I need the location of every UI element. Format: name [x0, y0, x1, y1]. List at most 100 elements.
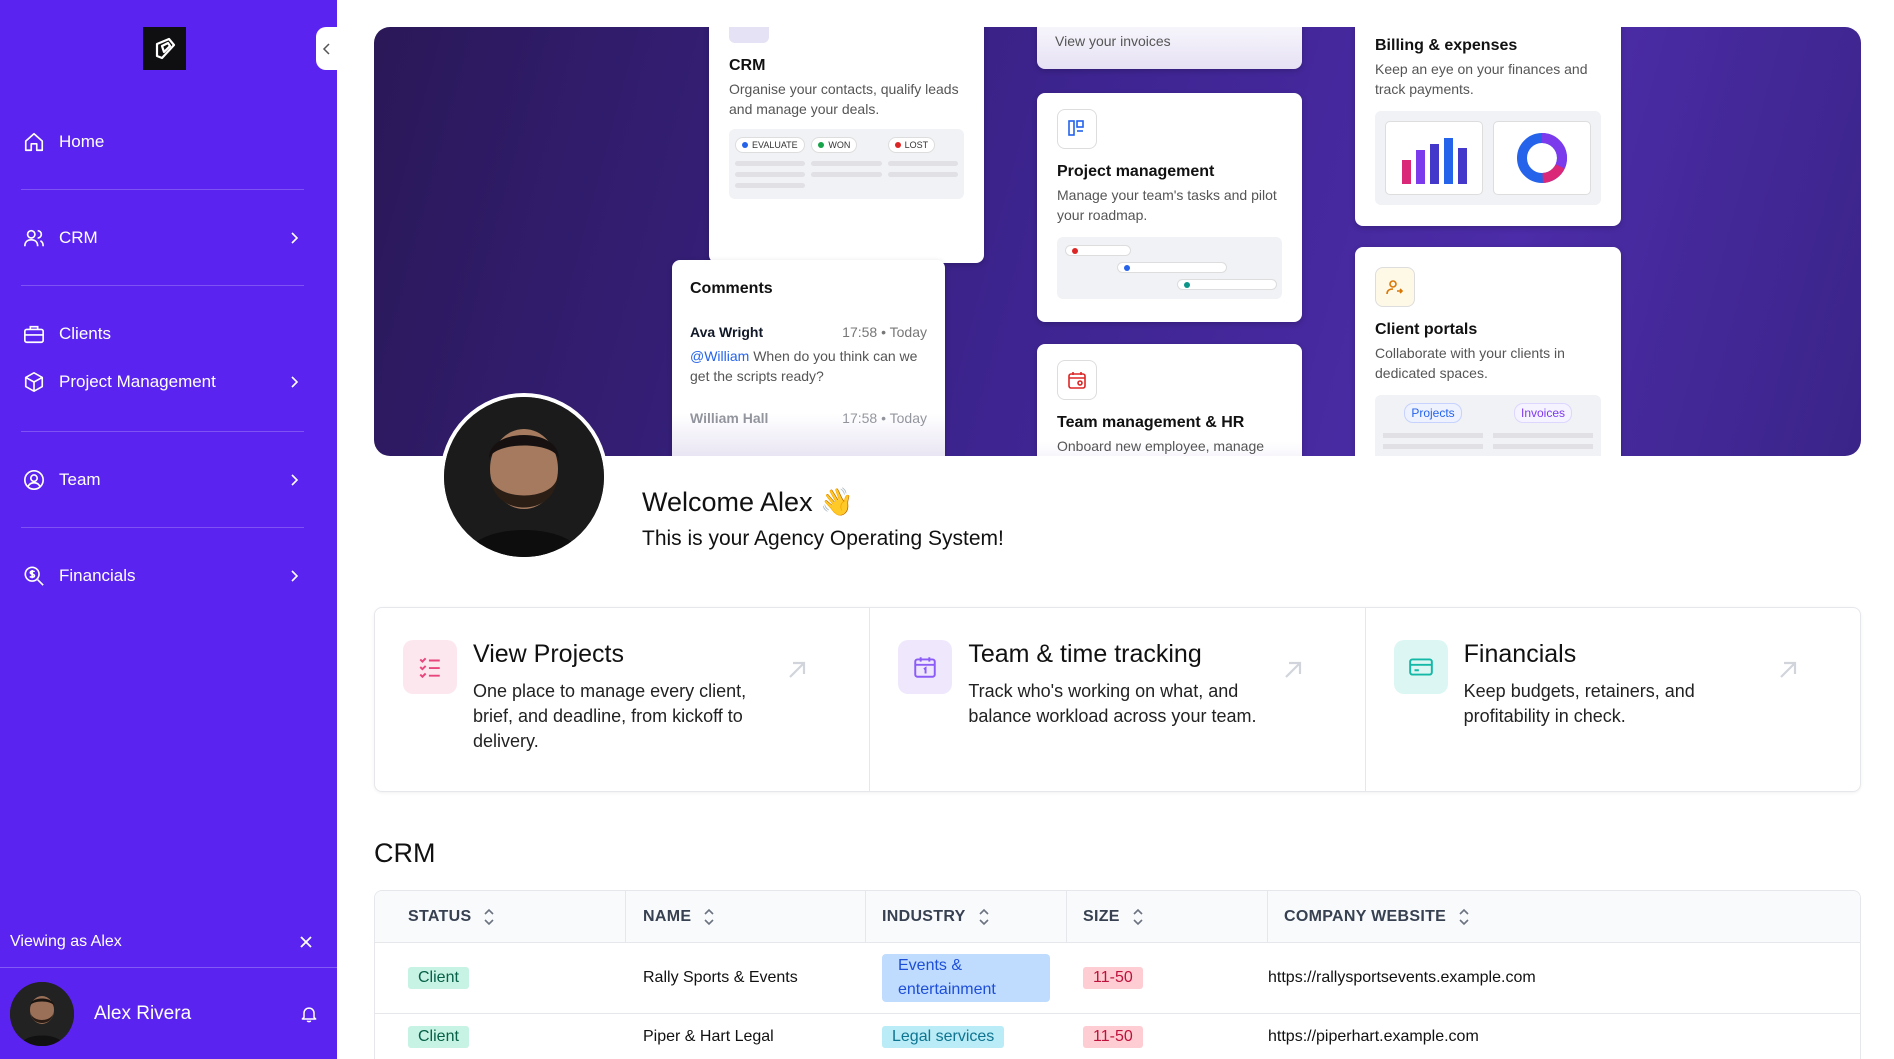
chevron-right-icon	[291, 376, 299, 388]
welcome-title: Welcome Alex 👋	[642, 487, 854, 517]
feature-title: Team & time tracking	[968, 640, 1202, 668]
chevron-right-icon	[291, 232, 299, 244]
feature-card-financials[interactable]: Financials Keep budgets, retainers, and p…	[1366, 608, 1860, 791]
crm-table: STATUS NAME INDUSTRY SIZE COMPANY WEBSIT…	[374, 890, 1861, 1059]
pill-label: LOST	[904, 140, 929, 150]
column-label: INDUSTRY	[882, 907, 966, 925]
sidebar-item-label: Project Management	[59, 372, 216, 391]
tab-invoices: Invoices	[1513, 403, 1573, 423]
feature-card-view-projects[interactable]: View Projects One place to manage every c…	[375, 608, 871, 791]
column-header-size[interactable]: SIZE	[1067, 891, 1268, 942]
hero-card-desc: Collaborate with your clients in dedicat…	[1375, 345, 1565, 381]
hero-card-title: Team management & HR	[1057, 414, 1245, 431]
app-window: Home CRM Clients Project Management Team…	[0, 0, 1894, 1059]
feature-cards: View Projects One place to manage every c…	[374, 607, 1861, 792]
chevron-right-icon	[291, 570, 299, 582]
main-content: CRM Organise your contacts, qualify lead…	[337, 0, 1894, 1059]
column-header-name[interactable]: NAME	[626, 891, 866, 942]
size-badge: 11-50	[1083, 1025, 1143, 1048]
sidebar-item-financials[interactable]: Financials	[21, 556, 306, 596]
table-row[interactable]: Client Rally Sports & Events Events & en…	[375, 943, 1860, 1014]
calendar-user-icon	[1057, 360, 1097, 400]
cell-name: Piper & Hart Legal	[643, 1027, 774, 1045]
user-name: Alex Rivera	[94, 1002, 192, 1024]
avatar[interactable]	[10, 981, 74, 1046]
sort-icon	[704, 908, 714, 925]
column-label: SIZE	[1083, 907, 1120, 925]
status-badge: Client	[408, 1025, 469, 1048]
sidebar-item-team[interactable]: Team	[21, 460, 306, 500]
column-header-status[interactable]: STATUS	[375, 891, 626, 942]
sidebar-item-project-management[interactable]: Project Management	[21, 362, 306, 402]
column-header-company-website[interactable]: COMPANY WEBSITE	[1268, 891, 1860, 942]
table-row[interactable]: Client Piper & Hart Legal Legal services…	[375, 1014, 1860, 1059]
column-header-industry[interactable]: INDUSTRY	[866, 891, 1067, 942]
cell-website[interactable]: https://piperhart.example.com	[1268, 1028, 1860, 1046]
column-label: COMPANY WEBSITE	[1284, 907, 1447, 925]
comment-author: William Hall	[690, 410, 769, 426]
hero-card-title: Billing & expenses	[1375, 37, 1518, 54]
users-icon	[729, 27, 769, 43]
comment-author: Ava Wright	[690, 324, 764, 340]
credit-card-icon	[1393, 640, 1448, 694]
sidebar-item-crm[interactable]: CRM	[21, 218, 306, 258]
calendar-icon	[898, 640, 953, 694]
feature-title: Financials	[1463, 640, 1577, 668]
divider	[21, 527, 304, 528]
sort-icon	[1133, 908, 1143, 925]
sidebar-item-clients[interactable]: Clients	[21, 314, 306, 354]
home-icon	[21, 129, 47, 155]
divider	[21, 189, 304, 190]
sidebar: Home CRM Clients Project Management Team…	[0, 0, 337, 1059]
feature-desc: Track who's working on what, and balance…	[968, 681, 1257, 726]
sidebar-item-label: Clients	[59, 324, 111, 343]
profile-avatar	[440, 393, 608, 561]
comment-time: 17:58 • Today	[842, 410, 927, 426]
feature-title: View Projects	[473, 640, 624, 668]
box-icon	[21, 369, 47, 395]
bell-icon[interactable]	[299, 1004, 319, 1024]
sidebar-item-label: CRM	[59, 228, 98, 247]
sort-icon	[484, 908, 495, 925]
chevron-left-icon	[322, 42, 330, 55]
arrow-up-right-icon	[1780, 661, 1797, 678]
sidebar-item-label: Home	[59, 132, 105, 151]
industry-badge: Legal services	[882, 1025, 1005, 1048]
feature-desc: Keep budgets, retainers, and profitabili…	[1463, 681, 1695, 726]
bar-chart-icon	[1385, 121, 1483, 195]
hero-card-client-portals: Client portals Collaborate with your cli…	[1355, 247, 1621, 456]
checklist-icon	[403, 640, 457, 694]
hero-card-team-management: Team management & HR Onboard new employe…	[1037, 344, 1302, 456]
user-profile[interactable]: Alex Rivera	[0, 967, 337, 1059]
kanban-icon	[1057, 109, 1097, 149]
pill-label: WON	[828, 140, 851, 150]
feature-desc: One place to manage every client, brief,…	[473, 681, 747, 751]
users-icon	[21, 225, 47, 251]
hero-card-desc: Keep an eye on your finances and track p…	[1375, 61, 1588, 97]
sidebar-item-label: Team	[59, 470, 101, 489]
comment-time: 17:58 • Today	[842, 324, 927, 340]
arrow-up-right-icon	[1284, 661, 1301, 678]
hero-card-crm: CRM Organise your contacts, qualify lead…	[709, 27, 984, 263]
hero-card-title: Project management	[1057, 163, 1215, 180]
viewing-as-banner: Viewing as Alex	[0, 920, 337, 964]
status-pill: WON	[811, 137, 858, 153]
divider	[21, 431, 304, 432]
sidebar-item-label: Financials	[59, 566, 136, 585]
size-badge: 11-50	[1083, 967, 1143, 989]
brand-logo-icon[interactable]	[143, 27, 186, 70]
donut-chart-icon	[1493, 121, 1591, 195]
sort-icon	[1459, 908, 1469, 925]
viewing-as-text: Viewing as Alex	[10, 933, 122, 950]
hero-card-invoices: View your invoices	[1037, 27, 1302, 69]
status-pill: LOST	[887, 137, 936, 153]
close-icon[interactable]	[299, 935, 313, 949]
status-pill: EVALUATE	[735, 137, 805, 153]
cell-website[interactable]: https://rallysportsevents.example.com	[1268, 969, 1860, 987]
feature-card-team-time-tracking[interactable]: Team & time tracking Track who's working …	[870, 608, 1366, 791]
status-badge: Client	[408, 967, 469, 989]
table-header: STATUS NAME INDUSTRY SIZE COMPANY WEBSIT…	[375, 891, 1860, 943]
collapse-sidebar-button[interactable]	[316, 27, 337, 70]
hero-card-comments: Comments Ava Wright 17:58 • Today @Willia…	[672, 260, 945, 456]
sidebar-item-home[interactable]: Home	[21, 122, 306, 162]
